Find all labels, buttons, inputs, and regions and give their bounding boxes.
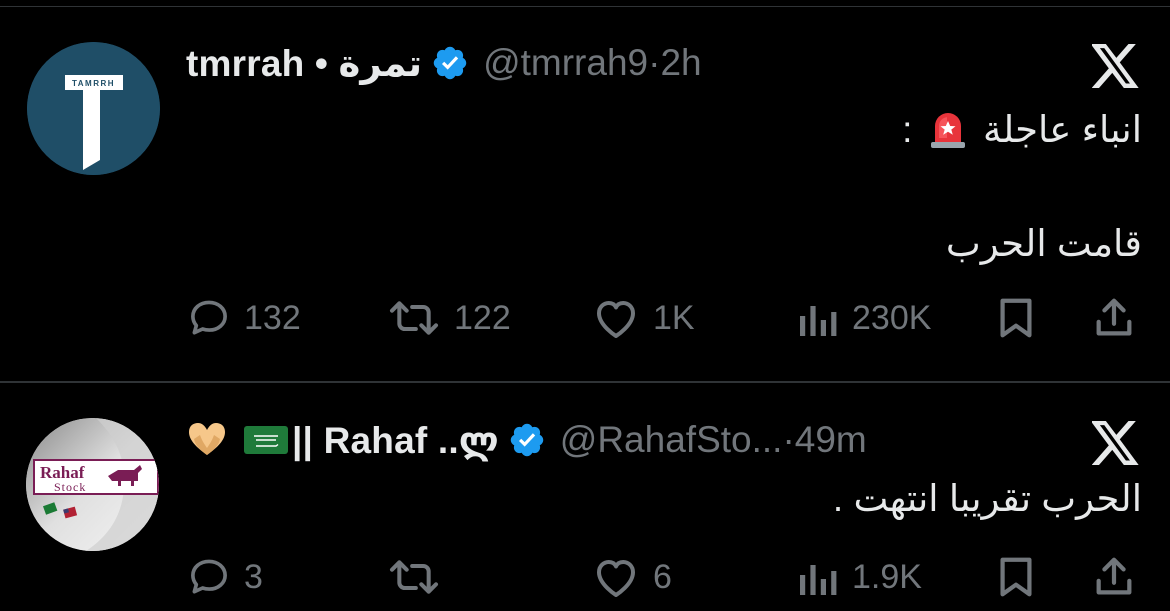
views-count: 230K: [852, 298, 932, 337]
repost-icon: [389, 301, 439, 335]
like-count: 6: [653, 557, 672, 596]
reply-button[interactable]: 3: [186, 552, 263, 602]
svg-text:Stock: Stock: [54, 480, 86, 494]
repost-icon: [389, 560, 439, 594]
timestamp[interactable]: 2h: [660, 42, 701, 84]
avatar[interactable]: TAMRRH: [27, 42, 160, 175]
share-icon: [1096, 557, 1132, 595]
display-name[interactable]: || Rahaf ..ლ: [292, 419, 499, 462]
bookmark-button[interactable]: [994, 552, 1038, 602]
reply-button[interactable]: 132: [186, 293, 301, 343]
share-button[interactable]: [1092, 552, 1136, 602]
verified-badge-icon: [510, 423, 544, 457]
bookmark-button[interactable]: [994, 293, 1038, 343]
bookmark-icon: [1000, 557, 1032, 597]
bookmark-icon: [1000, 298, 1032, 338]
tweet-card[interactable]: TAMRRH tmrrah • تمرة @tmrrah9 · 2h انباء…: [0, 0, 1170, 381]
handle[interactable]: @tmrrah9: [483, 42, 648, 84]
views-count: 1.9K: [852, 557, 922, 596]
tweet-header: || Rahaf ..ლ @RahafSto... · 49m: [186, 417, 867, 463]
tweet-text-suffix: :: [902, 109, 913, 150]
heart-hands-emoji: [186, 421, 228, 459]
tweet-header: tmrrah • تمرة @tmrrah9 · 2h: [186, 40, 702, 86]
repost-button[interactable]: 122: [386, 293, 511, 343]
views-button[interactable]: 1.9K: [796, 552, 922, 602]
saudi-flag-emoji: [244, 424, 288, 456]
handle[interactable]: @RahafSto...: [560, 419, 783, 461]
like-button[interactable]: 1K: [591, 293, 695, 343]
like-icon: [597, 560, 635, 597]
svg-text:TAMRRH: TAMRRH: [72, 79, 115, 88]
like-icon: [597, 301, 635, 338]
views-icon: [800, 565, 837, 595]
like-button[interactable]: 6: [591, 552, 672, 602]
tweet-card[interactable]: Rahaf Stock || Rahaf ..ლ @RahafSto... · …: [0, 383, 1170, 611]
tweet-text: قامت الحرب: [945, 223, 1142, 264]
action-bar: 3 6 1.9K: [186, 552, 1146, 602]
time-separator: ·: [648, 42, 661, 83]
verified-badge-icon: [433, 46, 467, 80]
action-bar: 132 122 1K 230K: [186, 293, 1146, 343]
avatar[interactable]: Rahaf Stock: [26, 418, 159, 551]
reply-icon: [191, 559, 227, 594]
rahaf-stock-logo: Rahaf Stock: [26, 418, 159, 551]
reply-count: 132: [244, 298, 301, 337]
siren-emoji: [930, 113, 965, 148]
reply-icon: [191, 300, 227, 335]
display-name[interactable]: tmrrah • تمرة: [186, 42, 422, 85]
share-button[interactable]: [1092, 293, 1136, 343]
timestamp[interactable]: 49m: [795, 419, 867, 461]
tamrrah-logo: TAMRRH: [27, 42, 160, 175]
share-icon: [1096, 298, 1132, 336]
views-button[interactable]: 230K: [796, 293, 931, 343]
repost-count: 122: [454, 298, 511, 337]
views-icon: [800, 306, 837, 336]
tweet-text: انباء عاجلة: [982, 109, 1142, 150]
like-count: 1K: [653, 298, 695, 337]
time-separator: ·: [782, 419, 795, 460]
repost-button[interactable]: [386, 552, 454, 602]
tweet-text-line: انباء عاجلة :: [902, 108, 1142, 151]
tweet-text: الحرب تقريبا انتهت .: [832, 478, 1142, 519]
x-logo-icon: [1092, 421, 1139, 465]
x-logo-icon: [1092, 44, 1139, 88]
reply-count: 3: [244, 557, 263, 596]
